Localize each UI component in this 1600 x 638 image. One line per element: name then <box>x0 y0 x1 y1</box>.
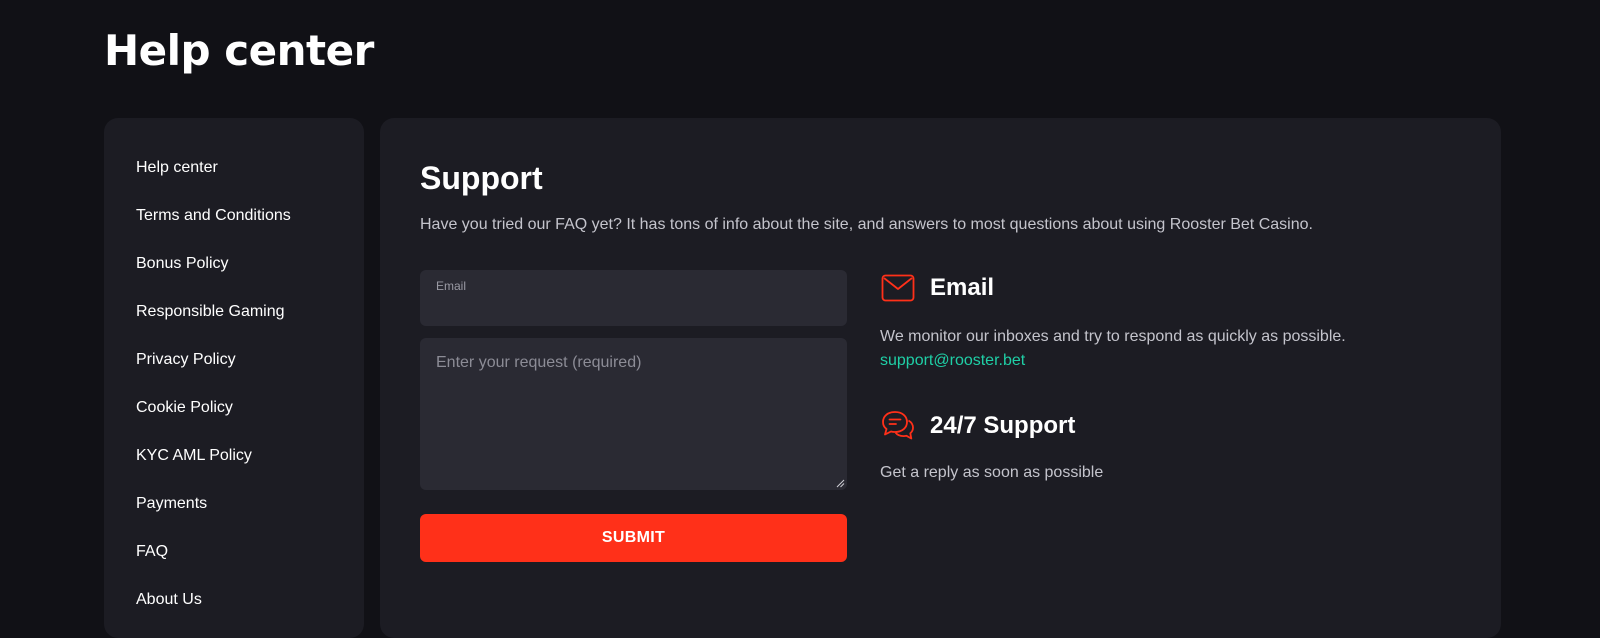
sidebar-item-payments[interactable]: Payments <box>104 480 364 528</box>
sidebar-item-terms-and-conditions[interactable]: Terms and Conditions <box>104 192 364 240</box>
request-textarea[interactable] <box>420 338 847 490</box>
support-title: Support <box>420 160 543 196</box>
contact-support-title: 24/7 Support <box>930 412 1076 439</box>
page-title: Help center <box>104 26 374 75</box>
submit-button[interactable]: SUBMIT <box>420 514 847 562</box>
contact-email-text: We monitor our inboxes and try to respon… <box>880 328 1346 345</box>
sidebar-nav: Help center Terms and Conditions Bonus P… <box>104 118 364 638</box>
resize-handle-icon[interactable] <box>836 479 845 488</box>
email-field[interactable]: Email <box>420 270 847 326</box>
support-email-link[interactable]: support@rooster.bet <box>880 352 1025 370</box>
email-input[interactable] <box>436 296 831 318</box>
chat-bubbles-icon <box>882 411 914 440</box>
contact-support-text: Get a reply as soon as possible <box>880 464 1104 481</box>
sidebar-item-privacy-policy[interactable]: Privacy Policy <box>104 336 364 384</box>
sidebar-item-help-center[interactable]: Help center <box>104 144 364 192</box>
support-description: Have you tried our FAQ yet? It has tons … <box>420 216 1313 233</box>
sidebar-item-about-us[interactable]: About Us <box>104 576 364 624</box>
sidebar-item-responsible-gaming[interactable]: Responsible Gaming <box>104 288 364 336</box>
sidebar-item-bonus-policy[interactable]: Bonus Policy <box>104 240 364 288</box>
envelope-icon <box>881 274 915 302</box>
support-card: Support Have you tried our FAQ yet? It h… <box>380 118 1501 638</box>
contact-email-title: Email <box>930 274 995 301</box>
sidebar-item-cookie-policy[interactable]: Cookie Policy <box>104 384 364 432</box>
sidebar-item-kyc-aml-policy[interactable]: KYC AML Policy <box>104 432 364 480</box>
email-field-label: Email <box>436 279 467 293</box>
sidebar-item-faq[interactable]: FAQ <box>104 528 364 576</box>
